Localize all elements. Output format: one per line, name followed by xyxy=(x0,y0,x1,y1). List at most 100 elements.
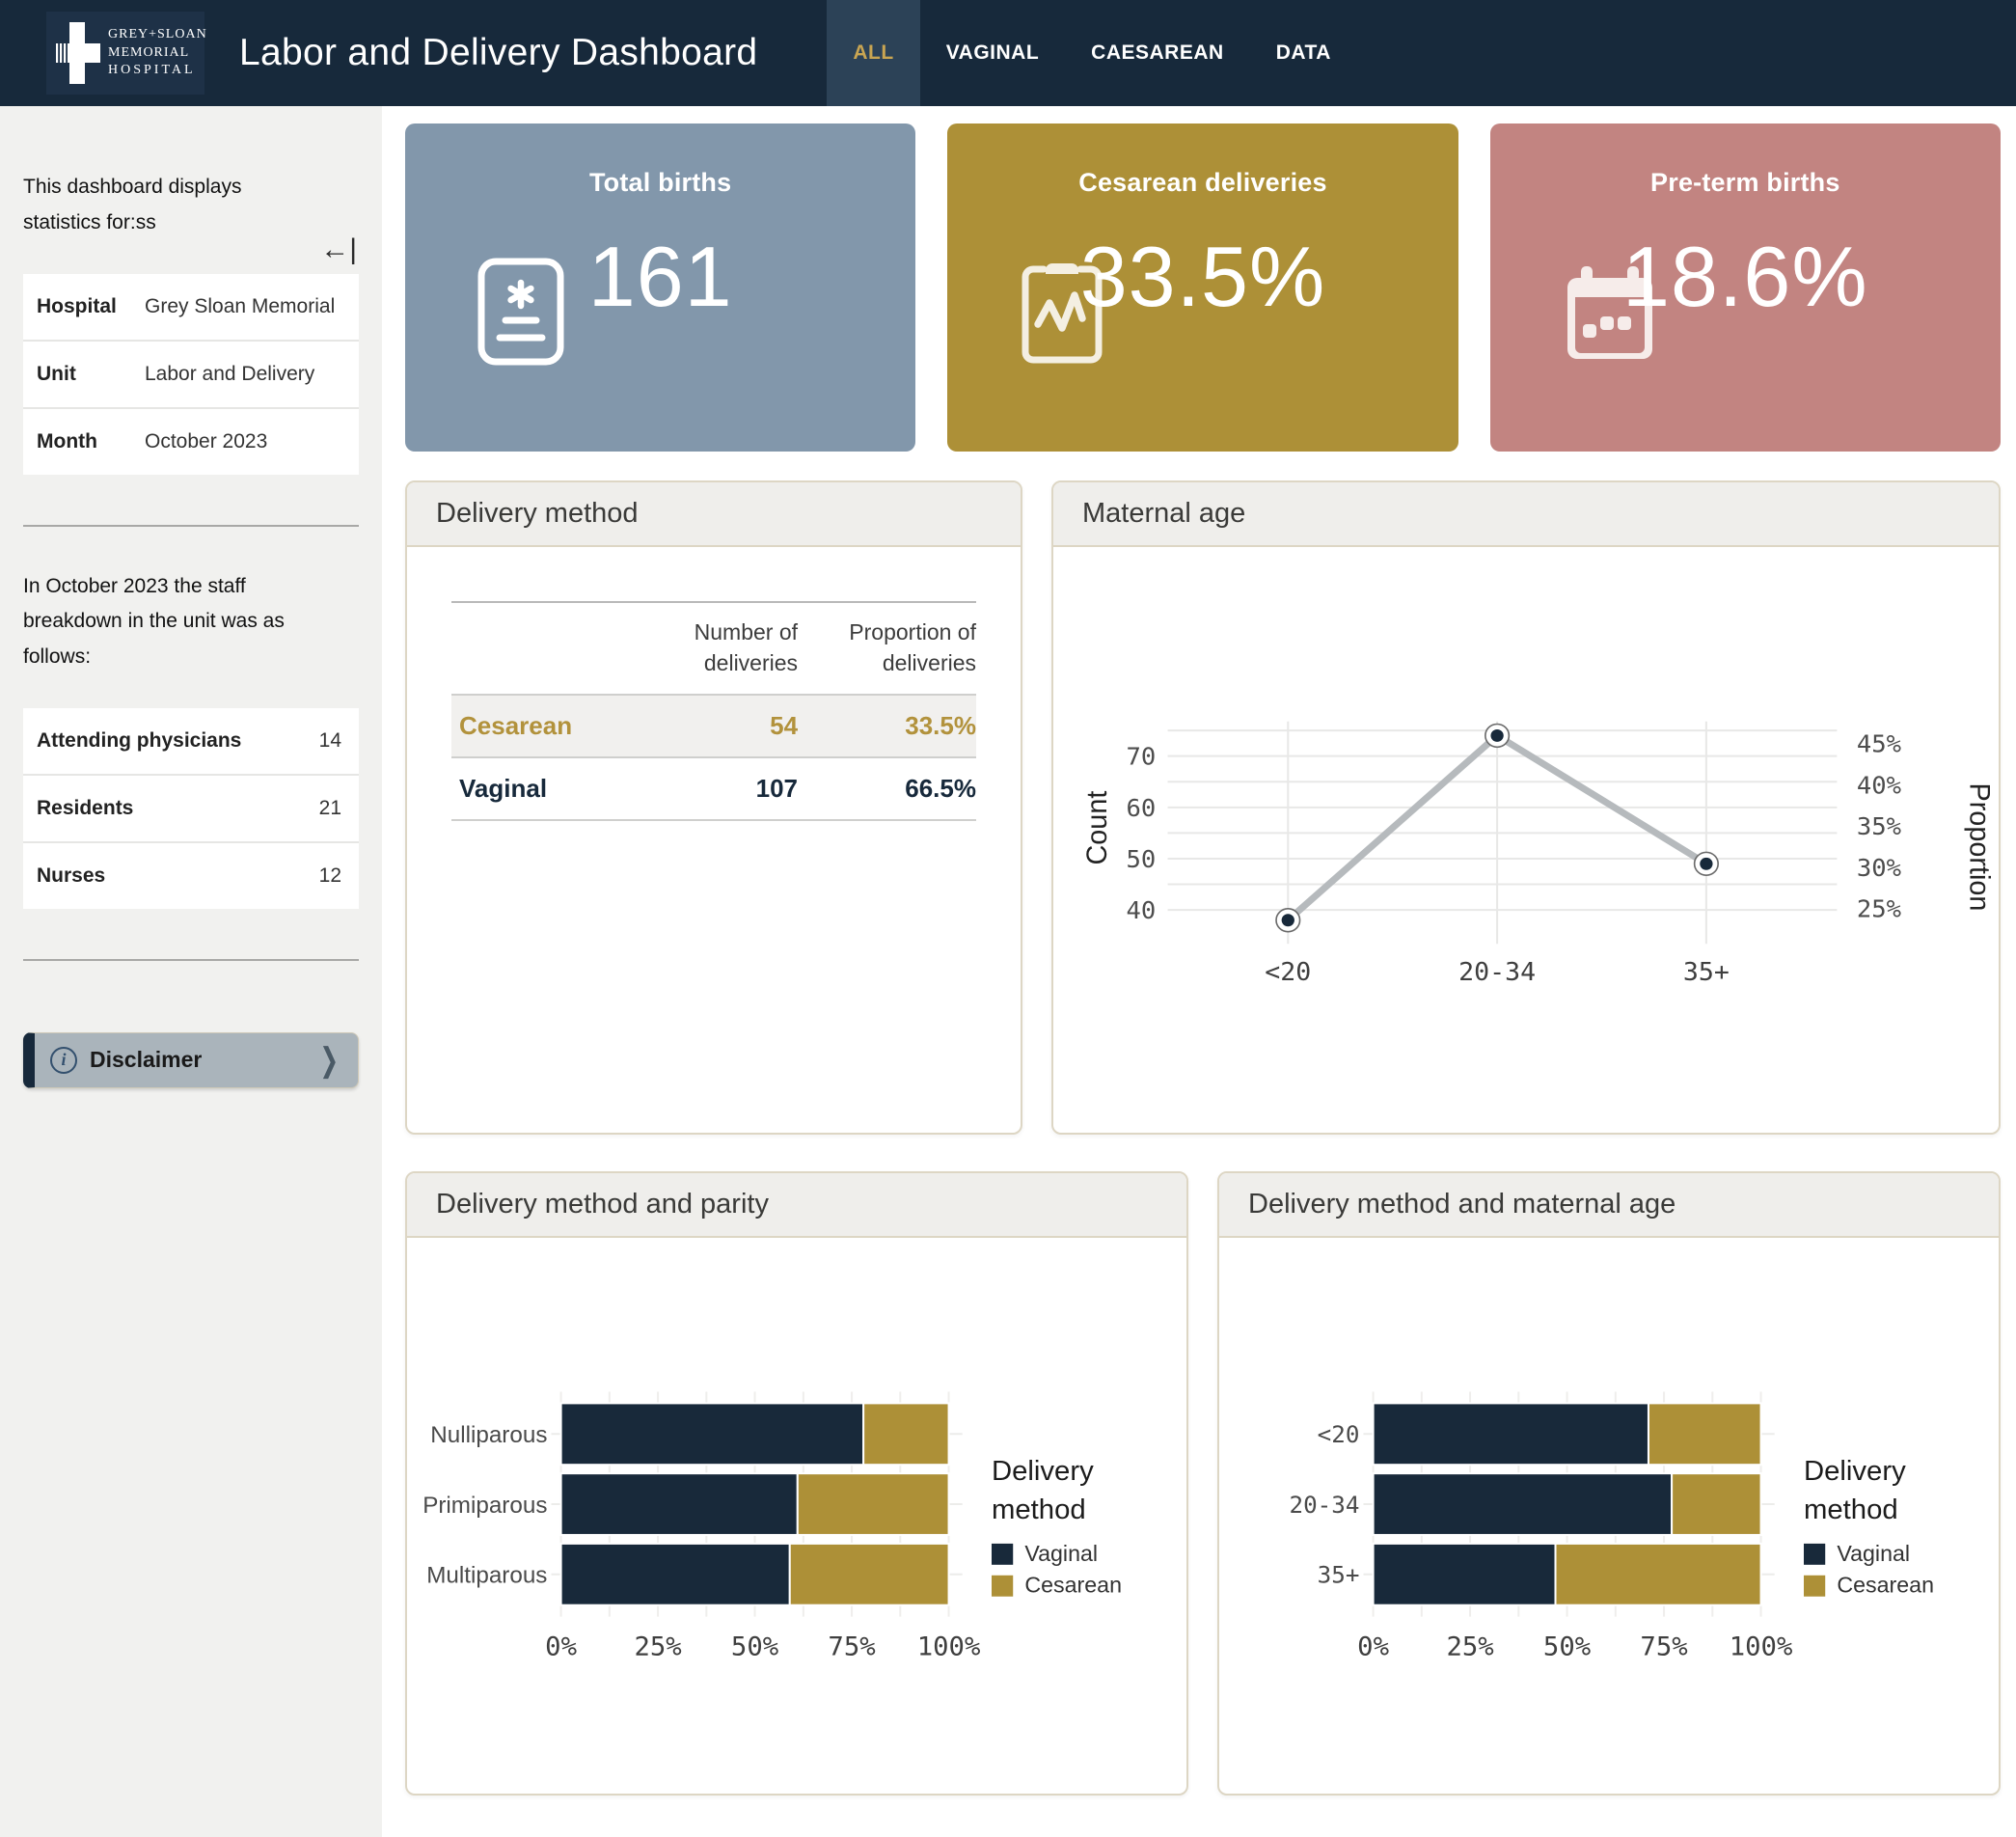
kpi-title: Total births xyxy=(405,123,915,198)
y2-axis-tick: 45% xyxy=(1857,730,1901,758)
staff-label: Attending physicians xyxy=(23,708,275,775)
bar-segment-vaginal xyxy=(1374,1473,1673,1535)
y2-axis-tick: 35% xyxy=(1857,812,1901,840)
bar-segment-vaginal xyxy=(1374,1403,1648,1465)
info-value: Labor and Delivery xyxy=(145,341,359,408)
disclaimer-button[interactable]: i Disclaimer ❯ xyxy=(23,1032,359,1088)
kpi-value: 33.5% xyxy=(947,228,1458,326)
page-title: Labor and Delivery Dashboard xyxy=(239,32,757,74)
maternal-age-line-chart: 4050607025%30%35%40%45%<2020-3435+CountP… xyxy=(1053,547,1999,1133)
x-axis-tick: 75% xyxy=(1640,1632,1687,1662)
kpi-value: 161 xyxy=(405,228,915,326)
tab-caesarean[interactable]: CAESAREAN xyxy=(1065,0,1250,106)
x-axis-tick: 20-34 xyxy=(1458,958,1536,987)
legend-label: Cesarean xyxy=(1837,1573,1934,1598)
x-axis-tick: <20 xyxy=(1265,958,1311,987)
legend-title: Delivery xyxy=(1804,1456,1906,1487)
bar-segment-cesarean xyxy=(1648,1403,1761,1465)
bar-segment-vaginal xyxy=(561,1403,864,1465)
tab-vaginal[interactable]: VAGINAL xyxy=(920,0,1065,106)
card-title: Delivery method and maternal age xyxy=(1219,1173,1999,1238)
kpi-preterm-births: Pre-term births 18.6% xyxy=(1490,123,2001,452)
parity-stacked-bar-chart: NulliparousPrimiparousMultiparous0%25%50… xyxy=(407,1238,1186,1794)
x-axis-tick: 75% xyxy=(828,1632,875,1662)
hospital-cross-icon xyxy=(56,22,100,84)
x-axis-tick: 50% xyxy=(1543,1632,1591,1662)
age-chart-card: Delivery method and maternal age <2020-3… xyxy=(1217,1171,2001,1796)
staff-value: 12 xyxy=(275,842,359,909)
tab-all[interactable]: ALL xyxy=(827,0,919,106)
staff-value: 14 xyxy=(275,708,359,775)
cell-proportion: 66.5% xyxy=(798,757,976,820)
legend-swatch-vaginal xyxy=(1804,1544,1825,1565)
info-value: October 2023 xyxy=(145,408,359,475)
table-row: Unit Labor and Delivery xyxy=(23,341,359,408)
info-value: Grey Sloan Memorial xyxy=(145,274,359,341)
y2-axis-tick: 30% xyxy=(1857,854,1901,882)
y-axis-tick: Primiparous xyxy=(422,1493,547,1519)
bar-segment-vaginal xyxy=(1374,1544,1556,1605)
data-point-core xyxy=(1490,729,1503,742)
kpi-row: Total births 161 Ces xyxy=(405,123,2001,452)
data-point-core xyxy=(1700,858,1712,870)
x-axis-tick: 0% xyxy=(545,1632,577,1662)
legend-swatch-vaginal xyxy=(992,1544,1013,1565)
chevron-right-icon: ❯ xyxy=(319,1044,339,1077)
staff-value: 21 xyxy=(275,775,359,842)
column-header: Proportion of deliveries xyxy=(798,602,976,695)
row-label: Vaginal xyxy=(451,757,625,820)
table-row-vaginal: Vaginal 107 66.5% xyxy=(451,757,976,820)
divider xyxy=(23,959,359,961)
y-axis-tick: 70 xyxy=(1127,743,1157,771)
bar-segment-vaginal xyxy=(561,1544,790,1605)
y-axis-tick: 20-34 xyxy=(1290,1492,1360,1519)
table-row: Month October 2023 xyxy=(23,408,359,475)
y2-axis-label: Proportion xyxy=(1963,783,1994,912)
table-row: Residents 21 xyxy=(23,775,359,842)
table-row: Nurses 12 xyxy=(23,842,359,909)
data-point-core xyxy=(1282,914,1294,926)
nav-tabs: ALL VAGINAL CAESAREAN DATA xyxy=(827,0,1357,106)
legend-swatch-cesarean xyxy=(1804,1576,1825,1597)
bar-segment-cesarean xyxy=(863,1403,948,1465)
top-nav: GREY+SLOAN MEMORIAL HOSPITAL Labor and D… xyxy=(0,0,2016,106)
info-label: Unit xyxy=(23,341,145,408)
delivery-method-card: Delivery method Number of deliveries Pro… xyxy=(405,480,1022,1135)
main-content: Total births 161 Ces xyxy=(382,106,2016,1837)
y-axis-tick: 60 xyxy=(1127,794,1157,822)
table-row: Hospital Grey Sloan Memorial xyxy=(23,274,359,341)
staff-table: Attending physicians 14 Residents 21 Nur… xyxy=(23,708,359,909)
y-axis-label: Count xyxy=(1082,791,1113,865)
bar-segment-cesarean xyxy=(1556,1544,1761,1605)
hospital-info-table: Hospital Grey Sloan Memorial Unit Labor … xyxy=(23,274,359,475)
kpi-title: Cesarean deliveries xyxy=(947,123,1458,198)
y-axis-tick: 40 xyxy=(1127,896,1157,924)
card-title: Delivery method xyxy=(407,482,1021,547)
bar-segment-cesarean xyxy=(790,1544,949,1605)
info-label: Month xyxy=(23,408,145,475)
y-axis-tick: Nulliparous xyxy=(430,1422,547,1448)
y-axis-tick: 50 xyxy=(1127,845,1157,873)
hospital-logo: GREY+SLOAN MEMORIAL HOSPITAL xyxy=(46,12,204,95)
kpi-cesarean-deliveries: Cesarean deliveries 33.5% xyxy=(947,123,1458,452)
legend-title: method xyxy=(992,1494,1086,1525)
sidebar-collapse-icon[interactable]: ←| xyxy=(320,235,357,264)
bar-segment-cesarean xyxy=(1672,1473,1760,1535)
info-label: Hospital xyxy=(23,274,145,341)
kpi-title: Pre-term births xyxy=(1490,123,2001,198)
bar-segment-vaginal xyxy=(561,1473,798,1535)
x-axis-tick: 25% xyxy=(1446,1632,1493,1662)
legend-label: Cesarean xyxy=(1024,1573,1122,1598)
x-axis-tick: 50% xyxy=(731,1632,778,1662)
age-stacked-bar-chart: <2020-3435+0%25%50%75%100%Deliverymethod… xyxy=(1219,1238,1999,1794)
legend-label: Vaginal xyxy=(1024,1541,1098,1566)
delivery-method-table: Number of deliveries Proportion of deliv… xyxy=(451,601,976,821)
tab-data[interactable]: DATA xyxy=(1250,0,1357,106)
legend-title: Delivery xyxy=(992,1456,1094,1487)
bar-segment-cesarean xyxy=(798,1473,949,1535)
sidebar-intro-text: This dashboard displays statistics for:s… xyxy=(23,170,313,241)
cell-count: 107 xyxy=(625,757,799,820)
kpi-value: 18.6% xyxy=(1490,228,2001,326)
cell-count: 54 xyxy=(625,695,799,757)
kpi-total-births: Total births 161 xyxy=(405,123,915,452)
